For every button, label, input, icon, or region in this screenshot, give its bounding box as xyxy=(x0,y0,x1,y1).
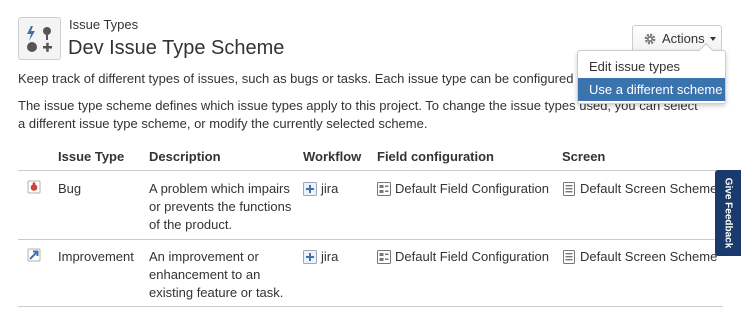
field-configuration-icon xyxy=(377,250,391,264)
chevron-down-icon xyxy=(709,36,716,41)
give-feedback-tab[interactable]: Give Feedback xyxy=(715,170,741,256)
field-configuration-link[interactable]: Default Field Configuration xyxy=(377,180,549,198)
screen-scheme-icon xyxy=(563,250,575,264)
column-header-screen: Screen xyxy=(562,149,606,164)
menu-item-edit-issue-types[interactable]: Edit issue types xyxy=(578,55,725,78)
column-header-issue-type: Issue Type xyxy=(58,149,125,164)
description-line-1: Keep track of different types of issues,… xyxy=(18,71,602,86)
screen-scheme-link-text[interactable]: Default Screen Scheme xyxy=(580,248,717,266)
table-row-divider xyxy=(18,306,723,307)
issue-types-icon xyxy=(18,17,61,60)
screen-scheme-icon xyxy=(563,182,575,196)
improvement-icon xyxy=(27,248,41,262)
workflow-link-text[interactable]: jira xyxy=(321,248,338,266)
column-header-workflow: Workflow xyxy=(303,149,362,164)
table-header-divider xyxy=(18,170,723,171)
give-feedback-label: Give Feedback xyxy=(722,177,734,249)
field-configuration-link-text[interactable]: Default Field Configuration xyxy=(395,248,549,266)
field-configuration-icon xyxy=(377,182,391,196)
issue-type-name: Improvement xyxy=(58,249,134,264)
workflow-link-text[interactable]: jira xyxy=(321,180,338,198)
screen-scheme-link[interactable]: Default Screen Scheme xyxy=(562,248,717,266)
workflow-link[interactable]: jira xyxy=(303,248,338,266)
workflow-link[interactable]: jira xyxy=(303,180,338,198)
screen-scheme-link-text[interactable]: Default Screen Scheme xyxy=(580,180,717,198)
issue-type-name: Bug xyxy=(58,181,82,196)
column-header-field-configuration: Field configuration xyxy=(377,149,494,164)
field-configuration-link[interactable]: Default Field Configuration xyxy=(377,248,549,266)
actions-dropdown: Edit issue types Use a different scheme xyxy=(577,42,726,104)
page-title: Dev Issue Type Scheme xyxy=(68,37,285,59)
field-configuration-link-text[interactable]: Default Field Configuration xyxy=(395,180,549,198)
workflow-icon xyxy=(303,182,317,196)
column-header-description: Description xyxy=(149,149,221,164)
menu-item-use-different-scheme[interactable]: Use a different scheme xyxy=(578,78,725,101)
workflow-icon xyxy=(303,250,317,264)
issue-type-description: A problem which impairs or prevents the … xyxy=(149,181,292,232)
table-row-divider xyxy=(18,239,723,240)
bug-icon xyxy=(27,180,41,194)
screen-scheme-link[interactable]: Default Screen Scheme xyxy=(562,180,717,198)
gear-icon xyxy=(644,33,656,44)
actions-label: Actions xyxy=(662,31,705,46)
breadcrumb[interactable]: Issue Types xyxy=(69,17,138,32)
issue-type-description: An improvement or enhancement to an exis… xyxy=(149,249,284,300)
